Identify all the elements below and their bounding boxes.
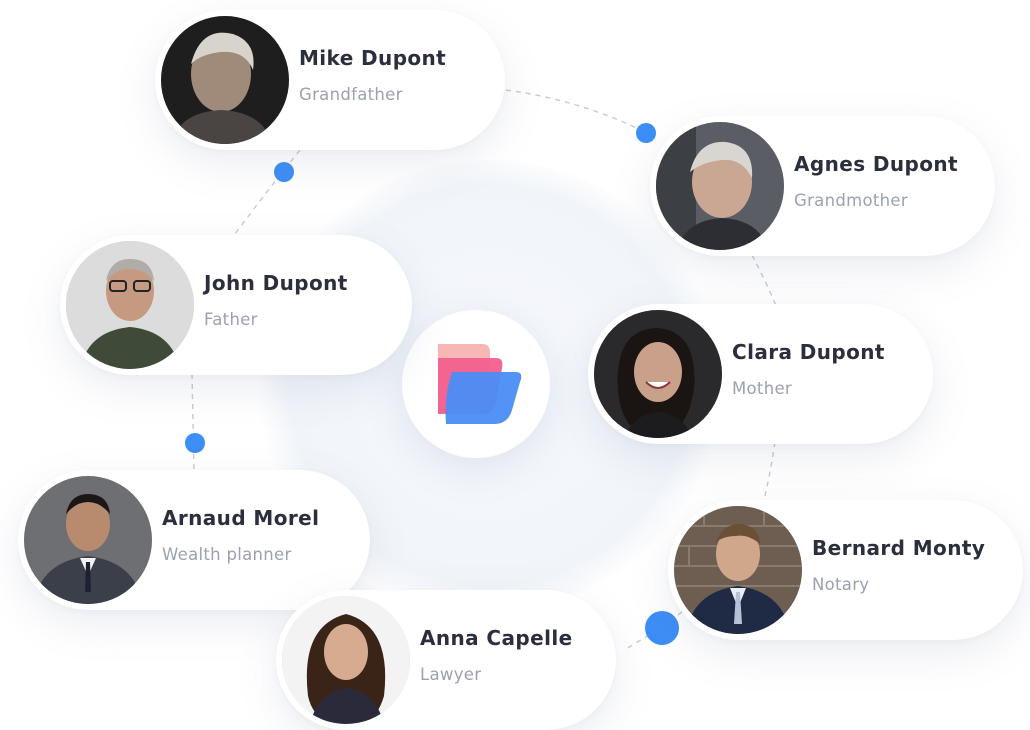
connector-dot [645, 611, 679, 645]
person-name: Arnaud Morel [162, 506, 320, 530]
person-card[interactable]: John Dupont Father [60, 235, 412, 375]
person-role: Grandfather [299, 85, 403, 104]
connector-dot [636, 123, 656, 143]
man-with-glasses-portrait-icon [66, 241, 194, 369]
person-name: Agnes Dupont [794, 152, 958, 176]
person-role: Lawyer [420, 665, 482, 684]
man-in-suit-portrait-icon [24, 476, 152, 604]
connector-dot [274, 162, 294, 182]
link-clara-bernard [763, 441, 776, 501]
elderly-woman-portrait-icon [656, 122, 784, 250]
connector-dot [185, 433, 205, 453]
laughing-woman-portrait-icon [594, 310, 722, 438]
person-name: Bernard Monty [812, 536, 986, 560]
link-john-arnaud [191, 373, 195, 471]
person-name: John Dupont [204, 271, 348, 295]
person-role: Notary [812, 575, 870, 594]
person-name: Mike Dupont [299, 46, 447, 70]
person-role: Grandmother [794, 191, 908, 210]
network-diagram: Mike Dupont Grandfather Agnes Dupont Gra… [0, 0, 1030, 730]
person-card[interactable]: Agnes Dupont Grandmother [650, 116, 995, 256]
link-mike-agnes [505, 89, 646, 133]
person-role: Father [204, 310, 258, 329]
man-in-suit-brick-wall-portrait-icon [674, 506, 802, 634]
person-role: Mother [732, 379, 792, 398]
person-role: Wealth planner [162, 545, 292, 564]
woman-with-long-hair-portrait-icon [282, 596, 410, 724]
person-card[interactable]: Arnaud Morel Wealth planner [18, 470, 370, 610]
center-logo [402, 310, 550, 458]
elderly-man-portrait-icon [161, 16, 289, 144]
person-card[interactable]: Bernard Monty Notary [668, 500, 1023, 640]
person-card[interactable]: Anna Capelle Lawyer [276, 590, 616, 730]
person-name: Anna Capelle [420, 626, 573, 650]
person-card[interactable]: Clara Dupont Mother [588, 304, 933, 444]
link-agnes-clara [751, 254, 777, 307]
person-name: Clara Dupont [732, 340, 885, 364]
layered-shapes-logo-icon [438, 344, 522, 424]
person-card[interactable]: Mike Dupont Grandfather [155, 10, 505, 150]
